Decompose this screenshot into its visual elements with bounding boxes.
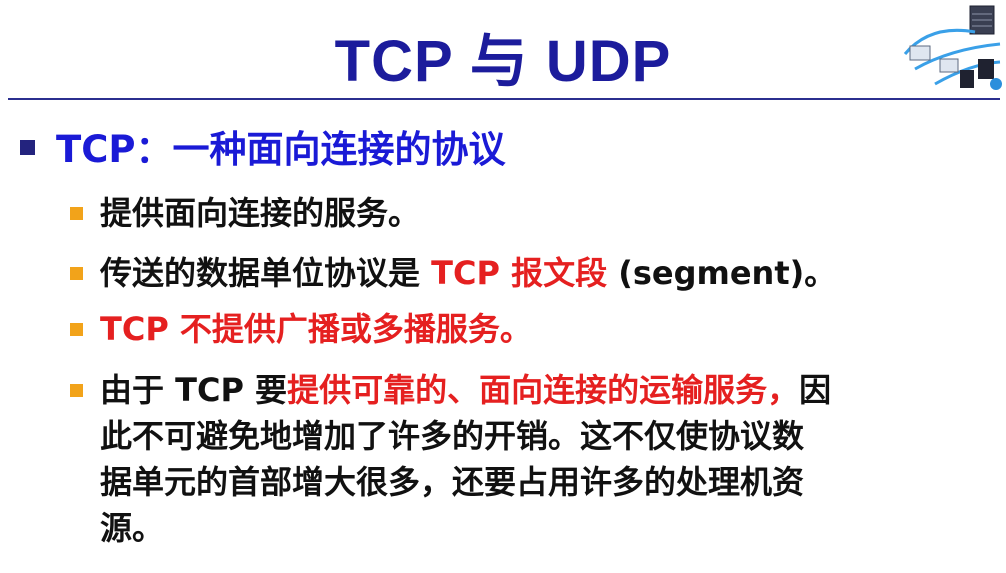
highlight-text: TCP 报文段	[431, 254, 608, 292]
main-bullet: TCP：一种面向连接的协议	[20, 126, 506, 174]
item-text: 因	[799, 371, 832, 409]
item-text: 由于 TCP 要	[100, 371, 288, 409]
item-line: 此不可避免地增加了许多的开销。这不仅使协议数	[100, 417, 805, 455]
square-bullet-icon	[20, 140, 35, 155]
item-text: 传送的数据单位协议是	[100, 254, 432, 292]
title-divider	[8, 98, 1000, 100]
square-bullet-icon	[70, 207, 83, 220]
highlight-text: 提供可靠的、面向连接的运输服务，	[287, 371, 800, 409]
slide-title: TCP 与 UDP	[334, 29, 672, 94]
item-text: (segment)。	[607, 254, 837, 292]
item-line: 由于 TCP 要提供可靠的、面向连接的运输服务，因	[100, 367, 980, 413]
heading-text: TCP：一种面向连接的协议	[56, 128, 506, 171]
square-bullet-icon	[70, 267, 83, 280]
item-text: 提供面向连接的服务。	[100, 194, 421, 232]
square-bullet-icon	[70, 323, 83, 336]
item-line: 源。	[100, 509, 165, 547]
square-bullet-icon	[70, 384, 83, 397]
item-line: 据单元的首部增大很多，还要占用许多的处理机资	[100, 463, 805, 501]
network-diagram-icon	[903, 5, 1002, 90]
highlight-text: TCP 不提供广播或多播服务。	[100, 310, 532, 348]
